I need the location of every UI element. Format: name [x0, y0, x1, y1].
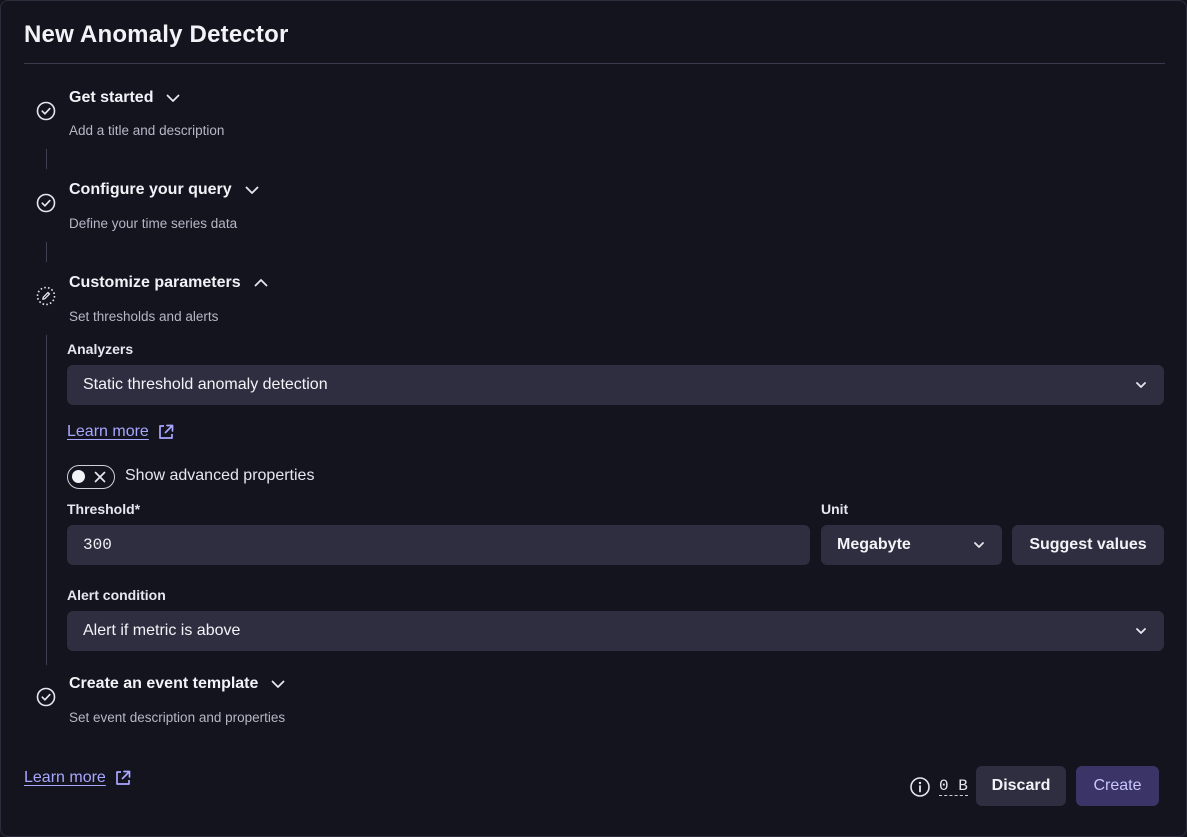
chevron-down-icon: [1134, 624, 1148, 638]
chevron-down-icon: [1134, 378, 1148, 392]
chevron-down-icon: [165, 90, 181, 106]
step-title-label: Configure your query: [69, 181, 232, 198]
analyzer-select[interactable]: Static threshold anomaly detection: [67, 365, 1164, 405]
step-subtitle: Add a title and description: [69, 123, 225, 138]
info-icon[interactable]: [909, 776, 931, 798]
unit-select[interactable]: Megabyte: [821, 525, 1002, 565]
anomaly-detector-dialog: New Anomaly Detector Get started Add a t…: [0, 0, 1187, 837]
dotted-circle-edit-icon: [36, 286, 56, 306]
threshold-input[interactable]: 300: [67, 525, 810, 565]
chevron-down-icon: [244, 182, 260, 198]
step-connector: [46, 242, 47, 262]
advanced-properties-label: Show advanced properties: [125, 467, 315, 484]
external-link-icon: [114, 769, 132, 787]
suggest-values-button[interactable]: Suggest values: [1012, 525, 1164, 565]
learn-more-label: Learn more: [67, 423, 149, 440]
step-event-template[interactable]: Create an event template: [69, 675, 286, 693]
alert-condition-select[interactable]: Alert if metric is above: [67, 611, 1164, 651]
unit-value: Megabyte: [837, 536, 911, 553]
step-customize-parameters[interactable]: Customize parameters: [69, 274, 269, 292]
footer-learn-more-link[interactable]: Learn more: [24, 769, 132, 787]
close-icon: [93, 470, 107, 484]
analyzers-label: Analyzers: [67, 341, 134, 357]
toggle-knob: [72, 470, 85, 483]
learn-more-label: Learn more: [24, 769, 106, 786]
step-title-label: Create an event template: [69, 675, 259, 692]
step-connector: [46, 149, 47, 169]
unit-label: Unit: [821, 501, 849, 517]
step-configure-query[interactable]: Configure your query: [69, 181, 260, 199]
chevron-up-icon: [253, 275, 269, 291]
page-title: New Anomaly Detector: [24, 21, 289, 48]
check-circle-icon: [36, 193, 56, 213]
query-size-value: 0 B: [939, 777, 968, 796]
threshold-value: 300: [83, 536, 112, 554]
check-circle-icon: [36, 687, 56, 707]
alert-condition-label: Alert condition: [67, 587, 166, 603]
step-subtitle: Set thresholds and alerts: [69, 309, 219, 324]
title-divider: [24, 63, 1165, 64]
chevron-down-icon: [270, 676, 286, 692]
step-title-label: Customize parameters: [69, 274, 241, 291]
learn-more-link[interactable]: Learn more: [67, 423, 175, 441]
check-circle-icon: [36, 101, 56, 121]
threshold-label: Threshold*: [67, 501, 141, 517]
step-get-started[interactable]: Get started: [69, 89, 181, 107]
step-subtitle: Define your time series data: [69, 216, 238, 231]
alert-condition-value: Alert if metric is above: [83, 622, 241, 639]
step-connector: [46, 335, 47, 665]
discard-button[interactable]: Discard: [976, 766, 1066, 806]
analyzer-value: Static threshold anomaly detection: [83, 376, 328, 393]
external-link-icon: [157, 423, 175, 441]
chevron-down-icon: [972, 538, 986, 552]
advanced-properties-toggle[interactable]: [67, 465, 115, 489]
create-button[interactable]: Create: [1076, 766, 1159, 806]
step-title-label: Get started: [69, 89, 154, 106]
step-subtitle: Set event description and properties: [69, 710, 286, 725]
